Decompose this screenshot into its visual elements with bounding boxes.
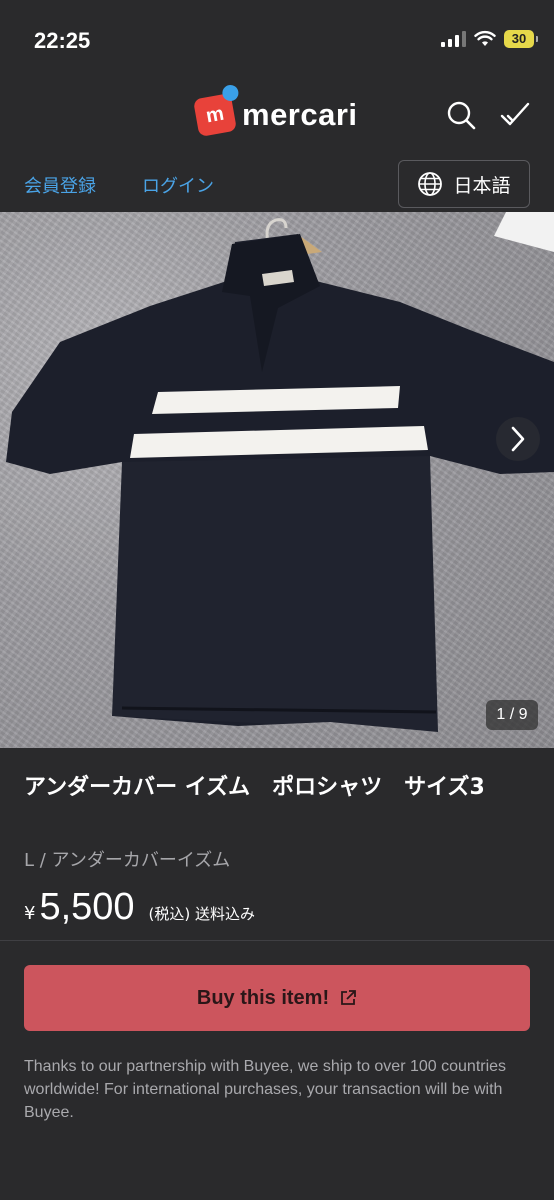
product-photo-polo-shirt (6, 218, 554, 732)
language-label: 日本語 (453, 174, 511, 197)
status-bar: 22:25 30 (0, 0, 554, 80)
logo-mark-letter: m (204, 102, 226, 128)
buyee-disclaimer: Thanks to our partnership with Buyee, we… (24, 1058, 507, 1121)
buy-button[interactable]: Buy this item! (24, 965, 530, 1031)
app-header: m mercari (0, 80, 554, 156)
status-icons: 30 (441, 30, 538, 48)
price-row: ¥ 5,500 (税込) 送料込み (24, 886, 255, 929)
price-note: (税込) 送料込み (148, 905, 256, 923)
wifi-icon (474, 30, 496, 46)
logo-mark-icon: m (192, 83, 240, 138)
logo-text: mercari (242, 97, 358, 132)
item-subtitle: L / アンダーカバーイズム (24, 850, 231, 871)
item-title: アンダーカバー イズム ポロシャツ サイズ3 (24, 775, 485, 800)
status-time: 22:25 (34, 28, 91, 53)
search-icon[interactable] (444, 98, 478, 132)
next-image-button[interactable] (496, 417, 540, 461)
divider (0, 940, 554, 941)
logo-dot (221, 83, 240, 103)
check-icon[interactable] (498, 98, 532, 132)
signal-icon (441, 31, 466, 47)
image-page-counter: 1 / 9 (486, 700, 538, 730)
language-button[interactable]: 日本語 (398, 160, 530, 208)
chevron-right-icon (511, 426, 525, 452)
sub-nav: 会員登録 ログイン 日本語 (0, 156, 554, 212)
login-link[interactable]: ログイン (142, 172, 214, 198)
product-image-gallery[interactable]: 1 / 9 (0, 212, 554, 748)
price-value: 5,500 (39, 886, 135, 928)
buy-button-label: Buy this item! (196, 986, 330, 1009)
mercari-logo[interactable]: m mercari (192, 83, 358, 138)
globe-icon (418, 172, 443, 196)
register-link[interactable]: 会員登録 (24, 172, 96, 198)
price-currency: ¥ (24, 903, 36, 924)
battery-icon: 30 (504, 30, 538, 48)
external-link-icon (341, 990, 357, 1005)
